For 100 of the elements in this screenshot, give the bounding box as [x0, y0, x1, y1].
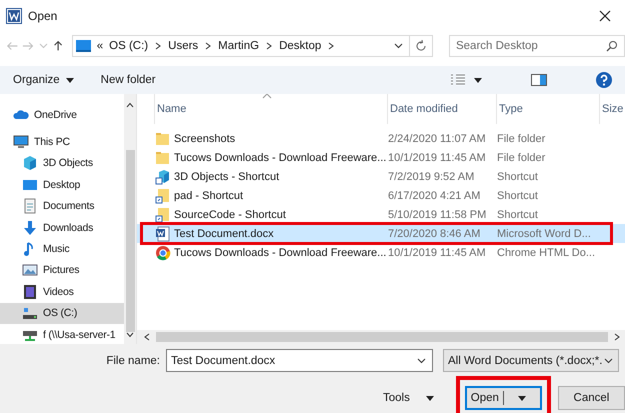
sidebar-item[interactable]: Pictures	[0, 260, 124, 282]
app-logo-icon	[6, 8, 22, 24]
scroll-up-icon	[126, 102, 134, 108]
file-name: Tucows Downloads - Download Freeware...	[174, 152, 386, 164]
sidebar-label: Videos	[43, 286, 74, 298]
file-name-field[interactable]: Test Document.docx	[166, 349, 433, 372]
folder-icon	[155, 130, 171, 146]
desktop-icon	[76, 40, 91, 52]
file-name-label: File name:	[105, 354, 160, 366]
sidebar-item[interactable]: OS (C:)	[0, 302, 124, 324]
vertical-scrollbar[interactable]	[124, 94, 137, 344]
open-button[interactable]: Open	[464, 386, 542, 410]
file-date: 2/24/2020 11:07 AM	[388, 132, 487, 144]
column-header[interactable]: Size	[600, 94, 625, 124]
sidebar-item[interactable]: f (\\Usa-server-1	[0, 324, 124, 344]
column-header[interactable]: Name	[155, 94, 388, 124]
caret-icon	[66, 78, 74, 82]
sidebar-item[interactable]: Videos	[0, 281, 124, 303]
file-type: Shortcut	[497, 170, 539, 182]
sidebar-item[interactable]: 3D Objects	[0, 152, 124, 174]
file-row[interactable]: Screenshots 2/24/2020 11:07 AM File folder	[137, 129, 625, 148]
sidebar-item[interactable]: OneDrive	[0, 104, 124, 126]
file-row[interactable]: Tucows Downloads - Download Freeware...10/1/2019 11:45 AM File folder	[137, 148, 625, 167]
computer-icon	[13, 134, 29, 150]
sort-caret-icon	[262, 94, 272, 99]
download-arrow-icon	[22, 220, 38, 236]
sidebar-label: This PC	[34, 136, 70, 148]
help-icon[interactable]	[596, 72, 612, 88]
up-arrow-icon[interactable]	[52, 40, 64, 52]
scroll-left-icon	[143, 333, 151, 341]
breadcrumb-item[interactable]: MartinG	[218, 40, 260, 52]
file-date: 5/10/2019 11:58 PM	[388, 208, 488, 220]
view-caret-icon	[474, 78, 482, 82]
sidebar-item[interactable]: Downloads	[0, 216, 124, 238]
file-row[interactable]: Test Document.docx 7/20/2020 8:46 AM Microsoft Word D...	[137, 224, 625, 243]
cancel-button[interactable]: Cancel	[558, 386, 625, 410]
sidebar-label: OS (C:)	[43, 307, 78, 320]
breadcrumb-item[interactable]: OS (C:)	[109, 40, 148, 52]
file-name: SourceCode - Shortcut	[174, 208, 286, 220]
file-type-dropdown[interactable]: All Word Documents (*.docx;*.	[443, 349, 619, 372]
chevron-icon	[265, 42, 274, 50]
file-name: Tucows Downloads - Download Freeware...	[174, 246, 386, 258]
search-field[interactable]: Search Desktop	[448, 35, 625, 57]
column-header[interactable]: Type	[497, 94, 600, 124]
split-caret-icon	[518, 396, 526, 400]
preview-pane-icon[interactable]	[531, 74, 547, 86]
dropdown-caret-icon	[394, 43, 403, 49]
new-folder-button[interactable]: New folder	[100, 74, 156, 86]
file-type: File folder	[497, 132, 546, 144]
chevron-icon	[154, 42, 162, 50]
drive-icon	[22, 305, 38, 322]
file-type: Shortcut	[497, 190, 539, 202]
file-name: pad - Shortcut	[174, 190, 244, 202]
chrome-icon	[155, 244, 171, 260]
sidebar-item[interactable]: This PC	[0, 131, 124, 153]
address-bar[interactable]: « OS (C:) Users MartinG Desktop	[72, 35, 433, 57]
recent-locations-icon	[38, 43, 48, 49]
close-icon	[599, 10, 611, 22]
sidebar-label: 3D Objects	[43, 157, 93, 170]
sidebar-label: Music	[43, 243, 70, 256]
scroll-right-icon	[613, 333, 621, 341]
horizontal-scrollbar[interactable]	[137, 330, 625, 344]
folder-icon	[155, 150, 171, 166]
sidebar-item[interactable]: Desktop	[0, 174, 124, 196]
file-row[interactable]: Tucows Downloads - Download Freeware...10/1/2019 11:45 AM Chrome HTML Do...	[137, 243, 625, 262]
file-name: Test Document.docx	[174, 228, 274, 240]
column-header[interactable]: Date modified	[388, 94, 497, 124]
file-name: 3D Objects - Shortcut	[174, 170, 280, 182]
sidebar-label: Desktop	[43, 178, 80, 191]
breadcrumb-item[interactable]: Desktop	[279, 40, 322, 52]
sidebar-item[interactable]: Documents	[0, 196, 124, 217]
view-options-icon[interactable]	[450, 74, 466, 86]
file-type: File folder	[497, 152, 546, 164]
sidebar-label: Documents	[43, 200, 94, 212]
file-row[interactable]: 3D Objects - Shortcut 7/2/2019 9:52 AM Shortcut	[137, 167, 625, 186]
file-type: Microsoft Word D...	[497, 228, 592, 240]
sidebar-label: f (\\Usa-server-1	[43, 328, 116, 341]
chevron-icon	[204, 42, 212, 50]
cube-shortcut-icon	[155, 168, 171, 184]
search-icon	[606, 40, 618, 52]
word-document-icon	[155, 226, 171, 242]
tools-menu[interactable]: Tools	[383, 392, 434, 404]
file-row[interactable]: SourceCode - Shortcut 5/10/2019 11:58 PM Shortcut	[137, 205, 625, 224]
document-icon	[22, 198, 38, 214]
organize-menu[interactable]: Organize	[13, 74, 74, 86]
file-type: Chrome HTML Do...	[497, 246, 596, 258]
folder-shortcut-icon	[155, 206, 171, 222]
breadcrumb-overflow[interactable]: «	[96, 40, 104, 52]
sidebar-item[interactable]: Music	[0, 238, 124, 260]
file-date: 6/17/2020 4:21 AM	[388, 190, 482, 202]
refresh-icon	[414, 40, 427, 52]
breadcrumb-item[interactable]: Users	[168, 40, 198, 52]
file-row[interactable]: pad - Shortcut 6/17/2020 4:21 AM Shortcut	[137, 186, 625, 205]
caret-icon	[426, 396, 434, 400]
scroll-down-icon	[126, 332, 134, 338]
dropdown-caret-icon	[417, 358, 426, 364]
picture-icon	[22, 262, 38, 278]
chevron-icon	[327, 42, 336, 50]
window-title: Open	[28, 9, 58, 23]
file-date: 10/1/2019 11:45 AM	[388, 246, 487, 258]
